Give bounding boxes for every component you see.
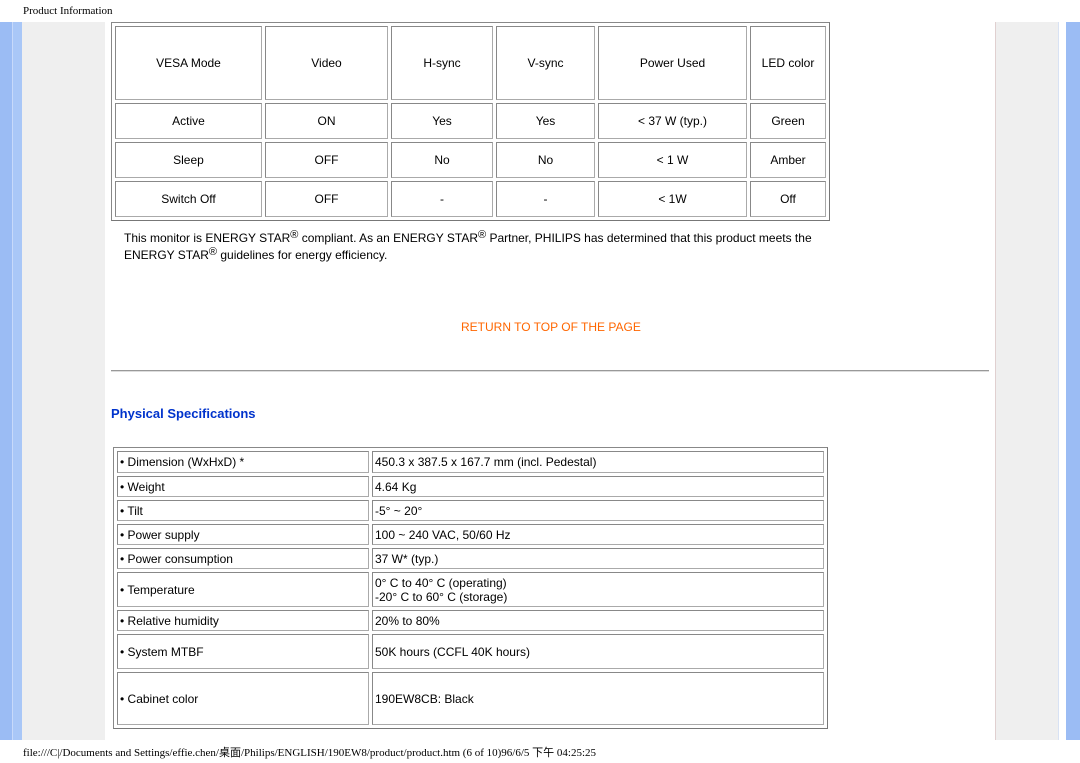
registered-mark: ® <box>478 229 487 241</box>
power-management-table: VESA Mode Video H-sync V-sync Power Used… <box>111 22 830 221</box>
header-cell: LED color <box>750 26 826 100</box>
header-cell: H-sync <box>391 26 493 100</box>
right-sidebar <box>995 22 1059 740</box>
header-cell: Video <box>265 26 388 100</box>
spec-value-line: 0° C to 40° C (operating) <box>375 575 507 590</box>
spec-label: • Tilt <box>117 500 369 521</box>
spec-label: • Dimension (WxHxD) * <box>117 451 369 473</box>
spec-label: • Relative humidity <box>117 610 369 631</box>
note-text: compliant. As an ENERGY STAR <box>298 231 478 245</box>
spec-value-line: -20° C to 60° C (storage) <box>375 589 508 604</box>
energy-star-note: This monitor is ENERGY STAR® compliant. … <box>124 230 824 264</box>
cell: ON <box>265 103 388 139</box>
spec-value: 20% to 80% <box>372 610 824 631</box>
table-row: • System MTBF 50K hours (CCFL 40K hours) <box>117 634 824 669</box>
table-row: • Tilt -5° ~ 20° <box>117 500 824 521</box>
cell: No <box>391 142 493 178</box>
left-sidebar <box>22 22 105 740</box>
table-row: • Relative humidity 20% to 80% <box>117 610 824 631</box>
return-to-top-link[interactable]: RETURN TO TOP OF THE PAGE <box>461 320 641 334</box>
table-row: • Power consumption 37 W* (typ.) <box>117 548 824 569</box>
cell: Switch Off <box>115 181 262 217</box>
table-row: Active ON Yes Yes < 37 W (typ.) Green <box>115 103 826 139</box>
right-frame-bar <box>1066 22 1080 740</box>
section-divider <box>111 370 989 372</box>
cell: - <box>391 181 493 217</box>
table-row: • Temperature 0° C to 40° C (operating) -2… <box>117 572 824 607</box>
page-header-title: Product Information <box>23 5 113 17</box>
cell: Active <box>115 103 262 139</box>
cell: Yes <box>496 103 595 139</box>
table-row: Switch Off OFF - - < 1W Off <box>115 181 826 217</box>
spec-label: • Weight <box>117 476 369 497</box>
spec-label: • System MTBF <box>117 634 369 669</box>
cell: OFF <box>265 181 388 217</box>
cell: < 1W <box>598 181 747 217</box>
physical-specifications-table: • Dimension (WxHxD) * 450.3 x 387.5 x 167… <box>113 447 828 729</box>
cell: Sleep <box>115 142 262 178</box>
cell: Yes <box>391 103 493 139</box>
cell: Off <box>750 181 826 217</box>
header-cell: Power Used <box>598 26 747 100</box>
spec-label: • Power supply <box>117 524 369 545</box>
table-row: • Weight 4.64 Kg <box>117 476 824 497</box>
spec-value: 190EW8CB: Black <box>372 672 824 725</box>
spec-label: • Temperature <box>117 572 369 607</box>
spec-label: • Cabinet color <box>117 672 369 725</box>
table-row: • Cabinet color 190EW8CB: Black <box>117 672 824 725</box>
header-cell: V-sync <box>496 26 595 100</box>
spec-value: 450.3 x 387.5 x 167.7 mm (incl. Pedestal… <box>372 451 824 473</box>
cell: - <box>496 181 595 217</box>
table-row: • Power supply 100 ~ 240 VAC, 50/60 Hz <box>117 524 824 545</box>
table-header-row: VESA Mode Video H-sync V-sync Power Used… <box>115 26 826 100</box>
cell: < 1 W <box>598 142 747 178</box>
table-row: • Dimension (WxHxD) * 450.3 x 387.5 x 167… <box>117 451 824 473</box>
cell: No <box>496 142 595 178</box>
cell: Amber <box>750 142 826 178</box>
physical-specifications-heading: Physical Specifications <box>111 406 256 421</box>
note-text: This monitor is ENERGY STAR <box>124 231 291 245</box>
cell: OFF <box>265 142 388 178</box>
registered-mark: ® <box>208 246 218 258</box>
spec-value: 50K hours (CCFL 40K hours) <box>372 634 824 669</box>
spec-value: -5° ~ 20° <box>372 500 824 521</box>
file-path-footer: file:///C|/Documents and Settings/effie.… <box>23 747 597 759</box>
cell: < 37 W (typ.) <box>598 103 747 139</box>
cell: Green <box>750 103 826 139</box>
header-cell: VESA Mode <box>115 26 262 100</box>
spec-value: 4.64 Kg <box>372 476 824 497</box>
spec-value: 37 W* (typ.) <box>372 548 824 569</box>
spec-value: 0° C to 40° C (operating) -20° C to 60° C… <box>372 572 824 607</box>
table-row: Sleep OFF No No < 1 W Amber <box>115 142 826 178</box>
spec-value: 100 ~ 240 VAC, 50/60 Hz <box>372 524 824 545</box>
note-text: guidelines for energy efficiency. <box>217 248 388 262</box>
spec-label: • Power consumption <box>117 548 369 569</box>
